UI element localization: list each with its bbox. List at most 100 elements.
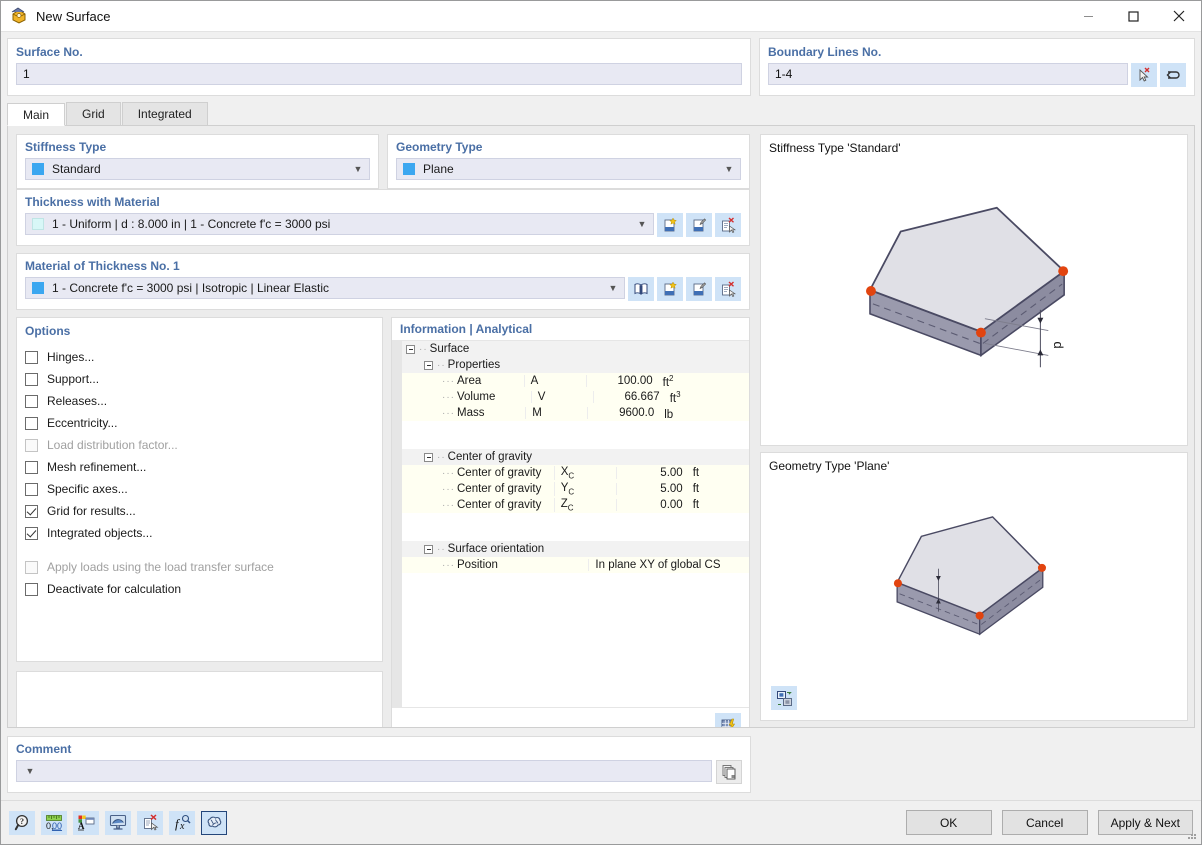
dimension-label-d: d — [1051, 342, 1066, 349]
view-mode-button[interactable] — [771, 686, 797, 710]
option-deactivate-for-calculation[interactable]: Deactivate for calculation — [25, 578, 374, 600]
table-row[interactable]: ··· Center of gravity YC 5.00 ft — [402, 481, 749, 497]
maximize-button[interactable] — [1111, 1, 1156, 32]
tree-node-label: Center of gravity — [447, 451, 533, 463]
collapse-icon[interactable] — [406, 344, 415, 354]
stiffness-type-select[interactable]: Standard ▼ — [25, 158, 370, 180]
edit-material-button[interactable] — [686, 277, 712, 301]
tree-connector: ··· — [442, 559, 455, 571]
close-button[interactable] — [1156, 1, 1201, 32]
units-button[interactable]: 0, 00 — [41, 810, 67, 835]
tab-integrated[interactable]: Integrated — [121, 102, 208, 125]
edit-thickness-button[interactable] — [686, 213, 712, 237]
minimize-button[interactable] — [1066, 1, 1111, 32]
delete-material-button[interactable] — [715, 277, 741, 301]
stiffness-type-group: Stiffness Type Standard ▼ — [16, 134, 379, 189]
resize-grip[interactable] — [1186, 829, 1198, 841]
tree-connector: ·· — [437, 359, 446, 371]
option-support[interactable]: Support... — [25, 368, 374, 390]
comment-input[interactable]: ▼ — [16, 760, 712, 782]
geometry-type-label: Geometry Type — [396, 140, 483, 154]
tree-node-surface[interactable]: ·· Surface — [402, 341, 749, 357]
table-row[interactable]: ··· Mass M 9600.0 lb — [402, 405, 749, 421]
view-settings-button[interactable] — [105, 810, 131, 835]
checkbox-icon[interactable] — [25, 372, 38, 386]
chevron-down-icon: ▼ — [637, 219, 647, 229]
options-info-row: Options Hinges... Support... Releases...… — [8, 317, 758, 727]
option-eccentricity[interactable]: Eccentricity... — [25, 412, 374, 434]
option-hinges[interactable]: Hinges... — [25, 346, 374, 368]
option-label: Releases... — [47, 394, 108, 408]
material-select[interactable]: 1 - Concrete f'c = 3000 psi | Isotropic … — [25, 277, 625, 299]
new-material-button[interactable] — [657, 277, 683, 301]
chevron-down-icon: ▼ — [608, 283, 618, 293]
boundary-lines-label: Boundary Lines No. — [768, 45, 882, 59]
cancel-button[interactable]: Cancel — [1001, 810, 1088, 835]
table-row[interactable]: ··· Center of gravity XC 5.00 ft — [402, 465, 749, 481]
checkbox-icon[interactable] — [25, 460, 38, 474]
collapse-icon[interactable] — [424, 360, 433, 370]
collapse-icon[interactable] — [424, 544, 433, 554]
table-row[interactable]: ··· Center of gravity ZC 0.00 ft — [402, 497, 749, 513]
brain-button[interactable] — [201, 810, 227, 835]
tree-connector: ··· — [442, 407, 455, 419]
info-button[interactable]: ? — [9, 810, 35, 835]
main-content: Stiffness Type Standard ▼ Geometry Type — [7, 126, 1195, 728]
table-row[interactable]: ··· Volume V 66.667 ft3 — [402, 389, 749, 405]
apply-next-button[interactable]: Apply & Next — [1097, 810, 1193, 835]
tree-connector: ··· — [442, 391, 455, 403]
option-mesh-refinement[interactable]: Mesh refinement... — [25, 456, 374, 478]
information-scrollbar[interactable] — [392, 341, 402, 707]
display-properties-button[interactable]: A — [73, 810, 99, 835]
tree-node-surface-orientation[interactable]: ·· Surface orientation — [402, 541, 749, 557]
surface-no-input[interactable]: 1 — [16, 63, 742, 85]
checkbox-icon[interactable] — [25, 504, 38, 518]
material-library-button[interactable] — [628, 277, 654, 301]
thickness-label: Thickness with Material — [25, 195, 160, 209]
option-label: Apply loads using the load transfer surf… — [47, 560, 274, 574]
comment-group: Comment ▼ — [7, 736, 751, 793]
checkbox-icon[interactable] — [25, 416, 38, 430]
option-specific-axes[interactable]: Specific axes... — [25, 478, 374, 500]
checkbox-icon[interactable] — [25, 482, 38, 496]
checkbox-icon[interactable] — [25, 350, 38, 364]
reverse-button[interactable] — [1160, 63, 1186, 87]
tab-main[interactable]: Main — [7, 103, 66, 126]
boundary-lines-input[interactable]: 1-4 — [768, 63, 1128, 85]
geometry-preview: Geometry Type 'Plane' — [760, 452, 1188, 721]
collapse-icon[interactable] — [424, 452, 433, 462]
tree-spacer — [402, 527, 749, 541]
results-table-button[interactable] — [715, 712, 741, 727]
checkbox-icon[interactable] — [25, 526, 38, 540]
row-symbol: V — [530, 391, 593, 403]
option-grid-for-results[interactable]: Grid for results... — [25, 500, 374, 522]
tab-grid[interactable]: Grid — [66, 102, 121, 125]
formula-button[interactable]: f x — [169, 810, 195, 835]
tree-node-properties[interactable]: ·· Properties — [402, 357, 749, 373]
delete-object-button[interactable] — [137, 810, 163, 835]
option-label: Support... — [47, 372, 100, 386]
checkbox-icon[interactable] — [25, 582, 38, 596]
left-column: Stiffness Type Standard ▼ Geometry Type — [8, 126, 758, 727]
checkbox-icon[interactable] — [25, 394, 38, 408]
tree-node-center-of-gravity[interactable]: ·· Center of gravity — [402, 449, 749, 465]
delete-thickness-button[interactable] — [715, 213, 741, 237]
chevron-down-icon: ▼ — [724, 164, 734, 174]
chevron-down-icon[interactable]: ▼ — [23, 766, 37, 776]
tree-connector: ·· — [437, 543, 446, 555]
copy-comment-button[interactable] — [716, 760, 742, 784]
option-releases[interactable]: Releases... — [25, 390, 374, 412]
table-row[interactable]: ··· Area A 100.00 ft2 — [402, 373, 749, 389]
ok-button[interactable]: OK — [905, 810, 992, 835]
tree-node-label: Surface orientation — [447, 543, 545, 555]
row-value: 0.00 — [615, 499, 688, 511]
table-row[interactable]: ··· Position In plane XY of global CS — [402, 557, 749, 573]
row-symbol: ZC — [553, 497, 616, 513]
option-integrated-objects[interactable]: Integrated objects... — [25, 522, 374, 544]
new-thickness-button[interactable] — [657, 213, 683, 237]
tree-connector: ·· — [419, 343, 428, 355]
pick-lines-button[interactable] — [1131, 63, 1157, 87]
thickness-select[interactable]: 1 - Uniform | d : 8.000 in | 1 - Concret… — [25, 213, 654, 235]
geometry-type-value: Plane — [423, 162, 454, 176]
geometry-type-select[interactable]: Plane ▼ — [396, 158, 741, 180]
